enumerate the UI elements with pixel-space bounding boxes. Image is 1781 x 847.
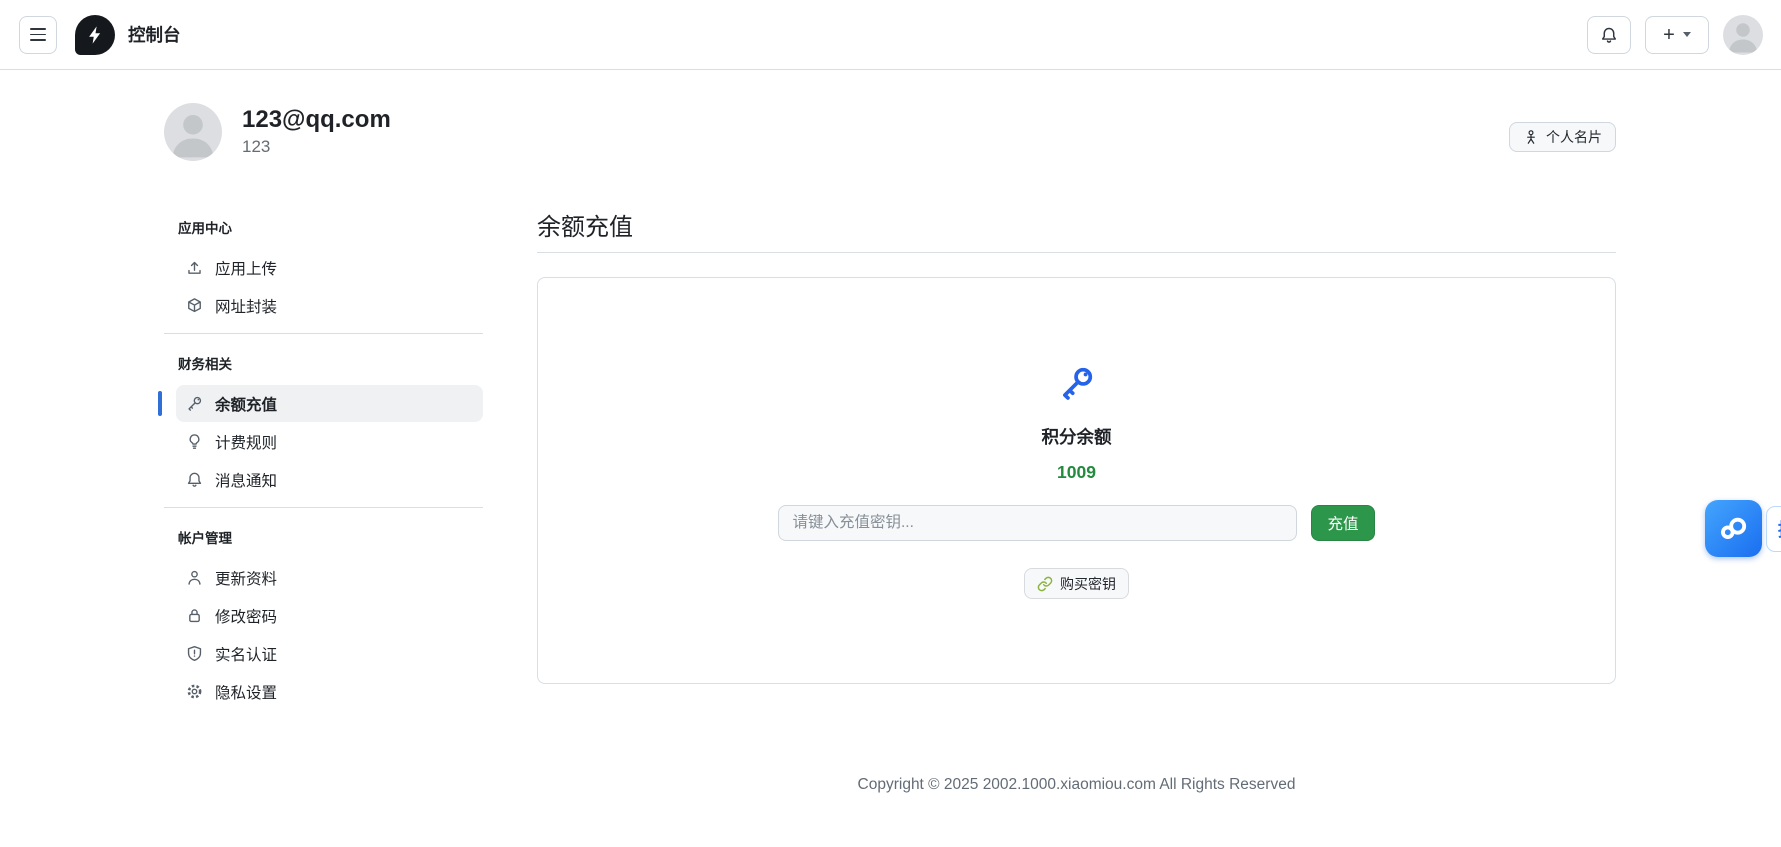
sidebar-item-label: 网址封装 <box>215 295 277 317</box>
person-card-icon <box>1523 129 1539 145</box>
profile-avatar <box>164 103 222 161</box>
create-new-button[interactable]: + <box>1645 16 1709 54</box>
sidebar-item-label: 消息通知 <box>215 469 277 491</box>
bell-icon <box>186 471 203 488</box>
cube-icon <box>186 297 203 314</box>
lock-icon <box>186 607 203 624</box>
netdisk-button[interactable] <box>1705 500 1762 557</box>
header-avatar[interactable] <box>1723 15 1763 55</box>
buy-key-button[interactable]: 购买密钥 <box>1024 568 1129 599</box>
sidebar-section-app-center: 应用中心 <box>176 207 483 249</box>
balance-recharge-card: 积分余额 1009 充值 购买密钥 <box>537 277 1616 684</box>
profile-username: 123 <box>242 137 391 157</box>
profile-email: 123@qq.com <box>242 106 391 134</box>
sidebar-nav: 应用中心 应用上传 网址封装 <box>164 207 483 711</box>
sidebar-item-balance-recharge[interactable]: 余额充值 <box>176 385 483 422</box>
balance-label: 积分余额 <box>1042 424 1112 449</box>
sidebar-item-label: 应用上传 <box>215 257 277 279</box>
recharge-key-input[interactable] <box>778 505 1297 541</box>
zap-icon <box>85 25 105 45</box>
link-icon <box>1037 576 1053 592</box>
sidebar-item-app-upload[interactable]: 应用上传 <box>176 249 483 286</box>
gear-icon <box>186 683 203 700</box>
buy-key-label: 购买密钥 <box>1060 574 1116 594</box>
app-logo <box>75 15 115 55</box>
plus-icon: + <box>1663 25 1675 45</box>
key-icon-large <box>1058 364 1096 402</box>
sidebar-item-change-password[interactable]: 修改密码 <box>176 597 483 634</box>
top-bar: 控制台 + <box>0 0 1781 70</box>
upload-icon <box>186 259 203 276</box>
recharge-button[interactable]: 充值 <box>1311 505 1374 541</box>
bell-icon <box>1600 26 1618 44</box>
sidebar-item-label: 计费规则 <box>215 431 277 453</box>
sidebar-item-update-profile[interactable]: 更新资料 <box>176 559 483 596</box>
sidebar-item-label: 实名认证 <box>215 643 277 665</box>
sidebar-divider <box>164 333 483 334</box>
personal-card-button[interactable]: 个人名片 <box>1509 122 1616 152</box>
sidebar-item-identity-verification[interactable]: 实名认证 <box>176 635 483 672</box>
sidebar-section-finance: 财务相关 <box>176 343 483 385</box>
profile-header: 123@qq.com 123 个人名片 <box>164 103 1616 161</box>
sidebar-item-billing-rules[interactable]: 计费规则 <box>176 423 483 460</box>
shield-icon <box>186 645 203 662</box>
sidebar-item-privacy-settings[interactable]: 隐私设置 <box>176 673 483 710</box>
sidebar-item-url-packaging[interactable]: 网址封装 <box>176 287 483 324</box>
sidebar-section-account: 帐户管理 <box>176 517 483 559</box>
footer-copyright: Copyright © 2025 2002.1000.xiaomiou.com … <box>537 776 1616 794</box>
main-content: 余额充值 积分余额 1009 充值 <box>537 207 1616 794</box>
sidebar-divider <box>164 507 483 508</box>
hamburger-menu-button[interactable] <box>19 16 57 54</box>
personal-card-label: 个人名片 <box>1546 127 1602 147</box>
sidebar-item-notifications[interactable]: 消息通知 <box>176 461 483 498</box>
notifications-button[interactable] <box>1587 16 1631 54</box>
sidebar-item-label: 更新资料 <box>215 567 277 589</box>
sidebar-item-label: 隐私设置 <box>215 681 277 703</box>
person-icon <box>186 569 203 586</box>
cloud-disk-icon <box>1717 512 1751 546</box>
key-icon <box>186 395 203 412</box>
balance-value: 1009 <box>1057 462 1096 483</box>
lightbulb-icon <box>186 433 203 450</box>
chevron-down-icon <box>1683 32 1691 37</box>
netdisk-float-widget[interactable]: 拖 <box>1705 500 1781 557</box>
sidebar-item-label: 修改密码 <box>215 605 277 627</box>
app-title: 控制台 <box>128 22 181 47</box>
sidebar-item-label: 余额充值 <box>215 393 277 415</box>
netdisk-tag[interactable]: 拖 <box>1766 506 1781 552</box>
page-title: 余额充值 <box>537 207 1616 253</box>
